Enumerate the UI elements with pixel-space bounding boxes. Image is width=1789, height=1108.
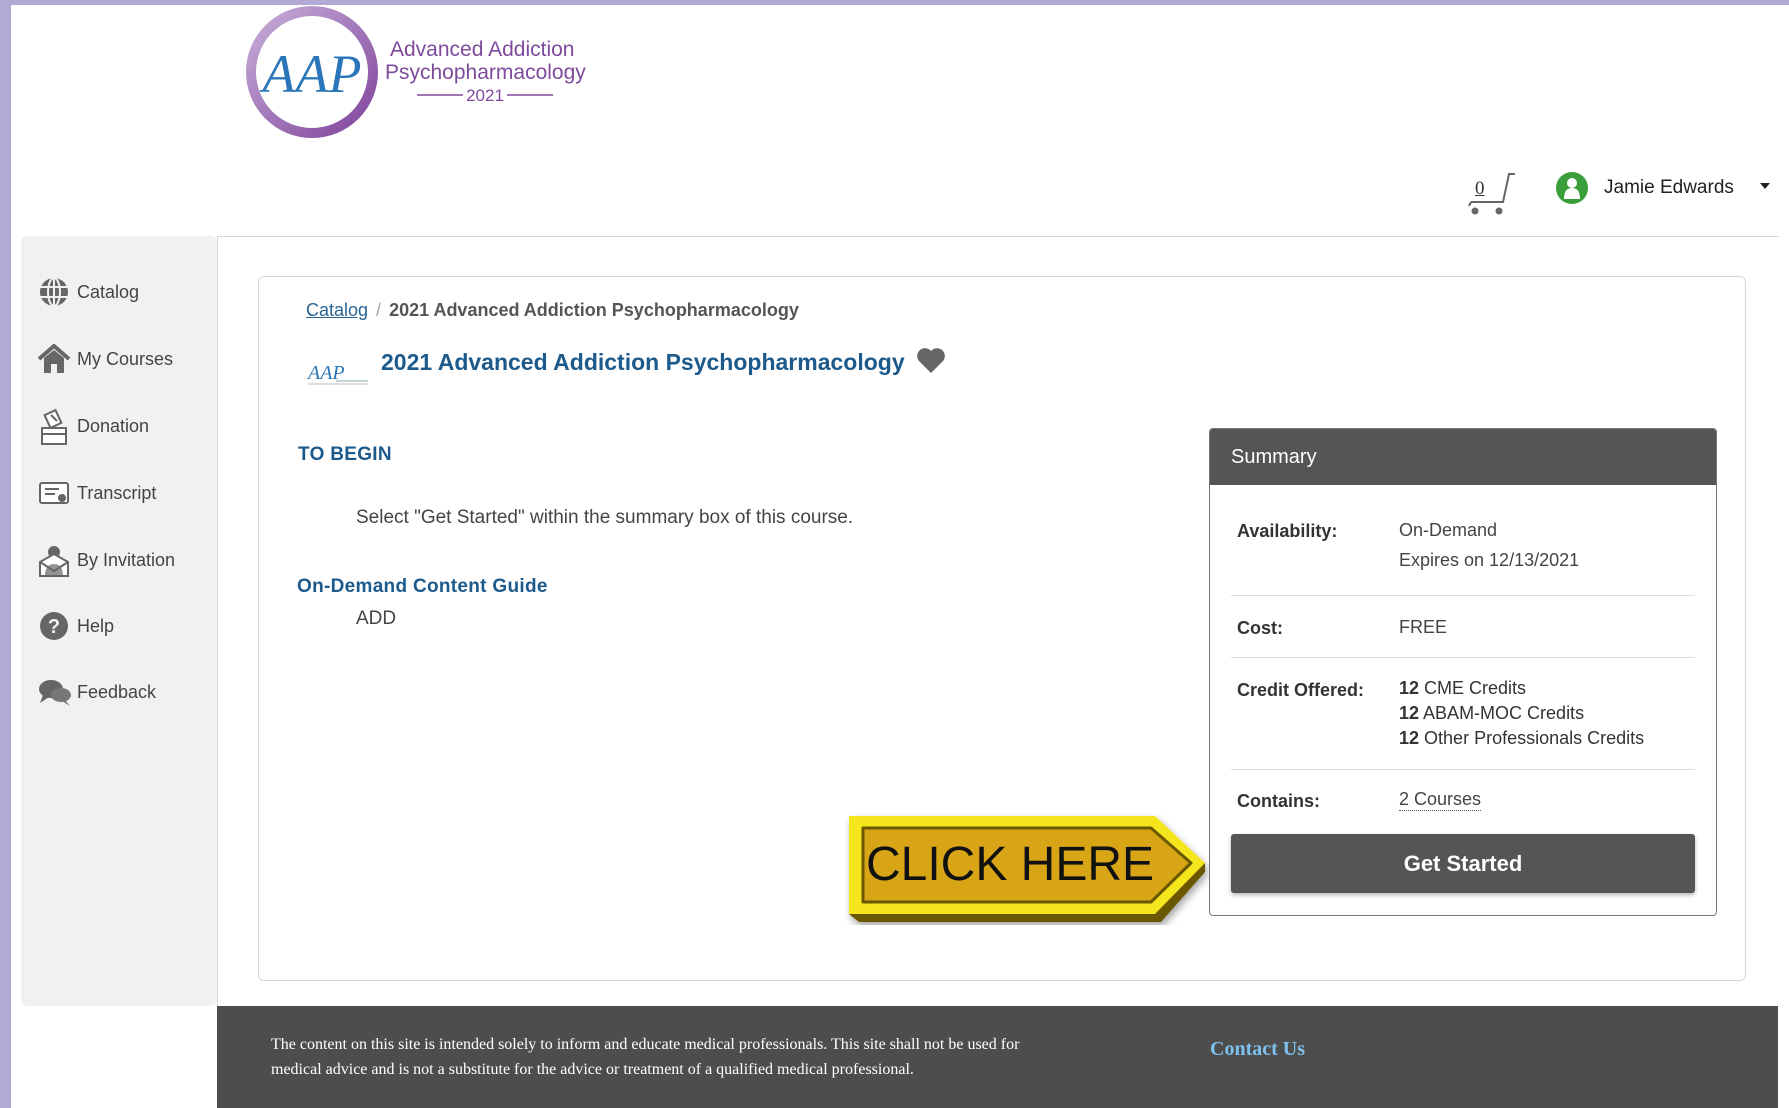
feedback-icon	[37, 675, 71, 709]
contact-us-link[interactable]: Contact Us	[1210, 1038, 1305, 1061]
page-title: 2021 Advanced Addiction Psychopharmacolo…	[381, 349, 905, 375]
logo-line2: Psychopharmacology	[385, 61, 586, 84]
credit-list: 12 CME Credits 12 ABAM-MOC Credits 12 Ot…	[1399, 676, 1644, 751]
breadcrumb: Catalog / 2021 Advanced Addiction Psychoph…	[306, 300, 799, 321]
donation-icon	[37, 408, 71, 445]
sidebar-item-label: Feedback	[77, 681, 157, 702]
sidebar-item-transcript[interactable]: Transcript	[37, 473, 156, 513]
cart-icon	[1468, 173, 1515, 215]
breadcrumb-separator: /	[376, 300, 382, 320]
credit-item: 12 ABAM-MOC Credits	[1399, 703, 1585, 723]
contains-label: Contains:	[1237, 791, 1320, 811]
sidebar-item-label: My Courses	[77, 348, 174, 369]
home-icon	[37, 342, 71, 376]
sidebar-item-label: Catalog	[77, 281, 140, 302]
chevron-down-icon[interactable]	[1760, 183, 1770, 189]
heart-icon[interactable]	[916, 346, 946, 374]
user-avatar-icon[interactable]	[1556, 172, 1588, 204]
course-thumbnail: AAP	[306, 362, 368, 385]
credit-item: 12 CME Credits	[1399, 678, 1527, 698]
divider	[1231, 657, 1695, 658]
availability-values: On-Demand Expires on 12/13/2021	[1399, 517, 1579, 573]
sidebar-item-catalog[interactable]: Catalog	[37, 272, 139, 312]
sidebar-item-my-courses[interactable]: My Courses	[37, 339, 173, 379]
brand-logo[interactable]: AAP Advanced Addiction Psychopharmacolog…	[227, 0, 607, 142]
user-name-menu[interactable]: Jamie Edwards	[1604, 177, 1734, 199]
divider	[1231, 595, 1695, 596]
logo-mark: AAP	[260, 44, 362, 104]
sidebar-item-donation[interactable]: Donation	[37, 406, 149, 446]
globe-icon	[37, 275, 71, 309]
breadcrumb-current: 2021 Advanced Addiction Psychopharmacolo…	[389, 300, 799, 320]
footer-disclaimer: The content on this site is intended sol…	[271, 1032, 1151, 1082]
content-guide-heading: On-Demand Content Guide	[297, 576, 548, 597]
sidebar-item-label: Donation	[77, 415, 150, 436]
cart-button[interactable]: 0	[1465, 168, 1515, 218]
contains-courses-link[interactable]: 2 Courses	[1399, 788, 1482, 811]
invitation-icon	[37, 543, 71, 577]
footer: The content on this site is intended sol…	[217, 1006, 1778, 1108]
sidebar-item-feedback[interactable]: Feedback	[37, 672, 156, 712]
credit-label: Credit Offered:	[1237, 680, 1365, 700]
sidebar-item-help[interactable]: ? Help	[37, 606, 114, 646]
to-begin-text: Select "Get Started" within the summary …	[356, 507, 854, 528]
sidebar-item-label: Transcript	[77, 482, 157, 503]
disclaimer-line: medical advice and is not a substitute f…	[271, 1061, 914, 1078]
availability-expiry: Expires on 12/13/2021	[1399, 550, 1580, 570]
cost-value: FREE	[1399, 617, 1448, 637]
cost-label: Cost:	[1237, 618, 1283, 638]
click-here-callout: CLICK HERE	[849, 816, 1205, 922]
sidebar-item-label: By Invitation	[77, 549, 176, 570]
content-guide-text: ADD	[356, 608, 397, 629]
logo-year: 2021	[466, 86, 504, 105]
summary-title: Summary	[1210, 429, 1716, 485]
logo-line1: Advanced Addiction	[390, 38, 574, 61]
transcript-icon	[37, 476, 71, 510]
get-started-button[interactable]: Get Started	[1231, 834, 1695, 893]
help-icon: ?	[37, 609, 71, 643]
click-here-text: CLICK HERE	[866, 838, 1154, 891]
breadcrumb-catalog-link[interactable]: Catalog	[306, 300, 368, 320]
sidebar-item-label: Help	[77, 615, 115, 636]
svg-text:?: ?	[48, 616, 60, 638]
availability-label: Availability:	[1237, 521, 1338, 541]
sidebar-item-by-invitation[interactable]: By Invitation	[37, 540, 175, 580]
disclaimer-line: The content on this site is intended sol…	[271, 1036, 1020, 1053]
to-begin-heading: TO BEGIN	[298, 444, 392, 465]
availability-value: On-Demand	[1399, 520, 1498, 540]
divider	[1231, 769, 1695, 770]
credit-item: 12 Other Professionals Credits	[1399, 728, 1645, 748]
